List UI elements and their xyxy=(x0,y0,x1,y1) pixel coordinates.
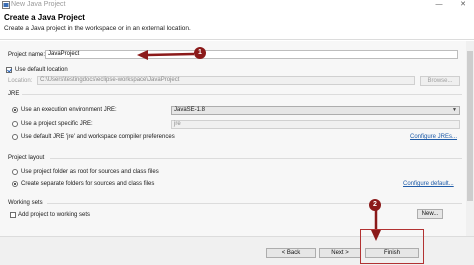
project-layout-divider xyxy=(50,158,462,159)
wizard-title: Create a Java Project xyxy=(4,13,85,22)
new-working-set-button[interactable]: New... xyxy=(417,209,443,219)
jre-specific-radio[interactable] xyxy=(12,121,18,127)
jre-specific-select[interactable]: jre xyxy=(171,120,460,129)
jre-specific-value: jre xyxy=(174,121,181,127)
jre-env-value: JavaSE-1.8 xyxy=(174,107,206,113)
layout-root-radio[interactable] xyxy=(12,169,18,175)
wizard-description: Create a Java project in the workspace o… xyxy=(4,25,191,32)
next-button[interactable]: Next > xyxy=(319,248,361,258)
annotation-marker-1: 1 xyxy=(194,47,206,59)
location-label: Location: xyxy=(8,78,33,84)
chevron-down-icon: ▼ xyxy=(452,107,457,113)
working-sets-divider xyxy=(47,203,462,204)
jre-specific-label: Use a project specific JRE: xyxy=(21,121,93,127)
jre-env-radio[interactable] xyxy=(12,107,18,113)
use-default-location-label: Use default location xyxy=(15,67,68,73)
jre-env-select[interactable]: JavaSE-1.8 ▼ xyxy=(171,106,460,115)
project-layout-section-label: Project layout xyxy=(8,155,45,161)
layout-root-label: Use project folder as root for sources a… xyxy=(21,169,159,175)
project-name-label: Project name: xyxy=(8,52,46,58)
layout-separate-radio[interactable] xyxy=(12,181,18,187)
jre-divider xyxy=(22,94,462,95)
wizard-header: Create a Java Project Create a Java proj… xyxy=(0,10,474,40)
location-input[interactable]: C:\Users\testingdocs\eclipse-workspace\J… xyxy=(37,76,415,85)
eclipse-app-icon xyxy=(2,1,10,9)
close-icon[interactable]: ✕ xyxy=(456,0,470,10)
add-to-working-sets-label: Add project to working sets xyxy=(18,212,91,218)
annotation-marker-2: 2 xyxy=(369,199,381,211)
add-to-working-sets-checkbox[interactable] xyxy=(10,212,16,218)
back-button[interactable]: < Back xyxy=(266,248,316,258)
jre-default-label: Use default JRE 'jre' and workspace comp… xyxy=(21,134,175,140)
layout-separate-label: Create separate folders for sources and … xyxy=(21,181,155,187)
minimize-icon[interactable]: — xyxy=(432,0,446,10)
finish-highlight-box xyxy=(360,229,424,264)
jre-env-label: Use an execution environment JRE: xyxy=(21,107,117,113)
title-bar: New Java Project — ✕ xyxy=(0,0,474,10)
jre-default-radio[interactable] xyxy=(12,134,18,140)
configure-jres-link[interactable]: Configure JREs... xyxy=(410,133,457,141)
browse-button[interactable]: Browse... xyxy=(420,76,460,86)
jre-section-label: JRE xyxy=(8,91,20,97)
scrollbar-thumb[interactable] xyxy=(467,51,473,201)
configure-default-link[interactable]: Configure default... xyxy=(403,180,454,188)
use-default-location-checkbox[interactable] xyxy=(6,67,12,73)
working-sets-section-label: Working sets xyxy=(8,200,43,206)
window-title: New Java Project xyxy=(11,1,66,8)
scrollbar[interactable] xyxy=(466,41,474,236)
project-name-input[interactable]: JavaProject xyxy=(45,50,458,59)
